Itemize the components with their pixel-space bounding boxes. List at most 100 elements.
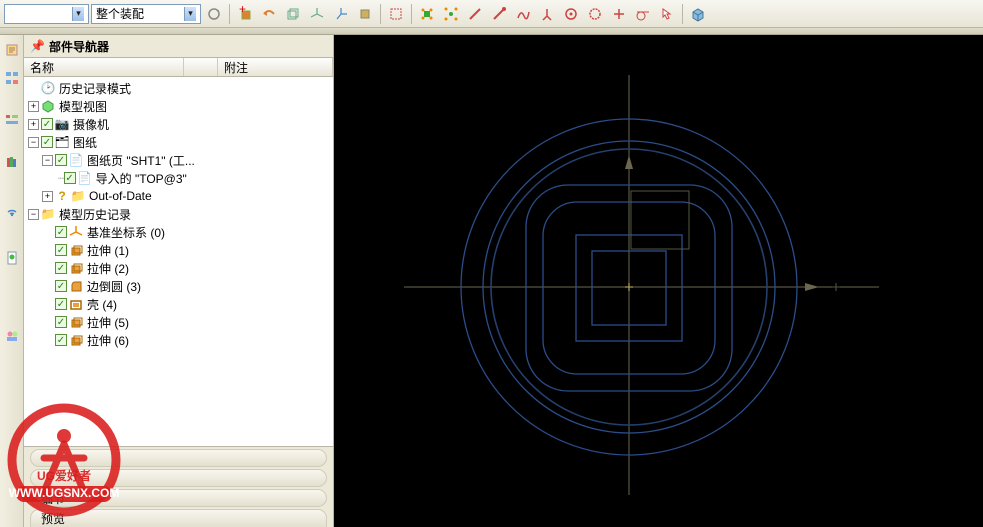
chevron-down-icon [72, 7, 84, 21]
tree-shell4[interactable]: ✓壳 (4) [24, 295, 333, 313]
navigator-header: 📌 部件导航器 [24, 35, 333, 57]
tool-btn-curve[interactable] [512, 3, 534, 25]
cube-icon [41, 99, 55, 113]
expander-icon[interactable]: − [42, 155, 53, 166]
expander-icon[interactable]: + [28, 101, 39, 112]
navigator-tree: 🕑历史记录模式 +模型视图 +✓📷摄像机 −✓🗂图纸 −✓📄图纸页 "SHT1"… [24, 77, 333, 446]
extrude-icon [69, 261, 83, 275]
col-note[interactable]: 附注 [218, 58, 333, 76]
dropdown-assembly[interactable]: 整个装配 [91, 4, 201, 24]
dock-btn-struct[interactable] [2, 109, 22, 131]
tree-model-view[interactable]: +模型视图 [24, 97, 333, 115]
checkbox-icon[interactable]: ✓ [55, 334, 67, 346]
checkbox-icon[interactable]: ✓ [41, 118, 53, 130]
csys-icon [69, 225, 83, 239]
tree-outofdate[interactable]: +?📁Out-of-Date [24, 187, 333, 205]
navigator-columns: 名称 附注 [24, 57, 333, 77]
extrude-icon [69, 315, 83, 329]
tree-csys[interactable]: ✓基准坐标系 (0) [24, 223, 333, 241]
tree-sheet1[interactable]: −✓📄图纸页 "SHT1" (工... [24, 151, 333, 169]
tree-extrude1[interactable]: ✓拉伸 (1) [24, 241, 333, 259]
tree-extrude5[interactable]: ✓拉伸 (5) [24, 313, 333, 331]
question-icon: ? [55, 189, 69, 203]
watermark-stamp: UG爱好者 WWW.UGSNX.COM [4, 400, 124, 520]
tool-btn-circle2[interactable] [584, 3, 606, 25]
svg-text:+: + [239, 6, 246, 16]
sheet-icon: 📄 [69, 153, 83, 167]
svg-text:WWW.UGSNX.COM: WWW.UGSNX.COM [9, 486, 120, 500]
blend-icon [69, 279, 83, 293]
model-view-svg [334, 35, 983, 527]
tree-history-mode[interactable]: 🕑历史记录模式 [24, 79, 333, 97]
checkbox-icon[interactable]: ✓ [55, 262, 67, 274]
expander-icon[interactable]: + [28, 119, 39, 130]
chevron-down-icon [184, 7, 196, 21]
toolbar-sep [411, 4, 412, 24]
folder-icon: 🗂 [55, 135, 69, 149]
tree-model-history[interactable]: −📁模型历史记录 [24, 205, 333, 223]
checkbox-icon[interactable]: ✓ [55, 316, 67, 328]
folder-icon: 📁 [41, 207, 55, 221]
top-toolbar: 整个装配 + [0, 0, 983, 28]
tool-btn-axes2[interactable] [330, 3, 352, 25]
checkbox-icon[interactable]: ✓ [55, 298, 67, 310]
expander-icon[interactable]: − [28, 209, 39, 220]
toolbar-sep [229, 4, 230, 24]
dock-btn-wifi[interactable] [2, 199, 22, 221]
tool-btn-solid[interactable] [687, 3, 709, 25]
tool-btn-pick[interactable] [656, 3, 678, 25]
tool-btn-circle1[interactable] [560, 3, 582, 25]
tool-btn-plus[interactable] [608, 3, 630, 25]
tool-btn-axes[interactable] [306, 3, 328, 25]
import-icon: 📄 [78, 171, 92, 185]
tool-btn-tripod[interactable] [536, 3, 558, 25]
tree-extrude2[interactable]: ✓拉伸 (2) [24, 259, 333, 277]
dropdown-assembly-val: 整个装配 [96, 5, 144, 22]
checkbox-icon[interactable]: ✓ [55, 154, 67, 166]
tool-btn-undo[interactable] [258, 3, 280, 25]
tool-btn-refresh[interactable] [203, 3, 225, 25]
dock-btn-doc[interactable] [2, 247, 22, 269]
tool-btn-selectrect[interactable] [385, 3, 407, 25]
tool-btn-snap1[interactable] [416, 3, 438, 25]
tree-camera[interactable]: +✓📷摄像机 [24, 115, 333, 133]
tool-btn-tangent[interactable] [632, 3, 654, 25]
checkbox-icon[interactable]: ✓ [55, 226, 67, 238]
checkbox-icon[interactable]: ✓ [55, 244, 67, 256]
navigator-title: 部件导航器 [49, 38, 109, 55]
tree-drawings[interactable]: −✓🗂图纸 [24, 133, 333, 151]
dropdown-1[interactable] [4, 4, 89, 24]
dock-btn-tree[interactable] [2, 67, 22, 89]
splitter-bar[interactable] [0, 28, 983, 35]
tool-btn-wirecube[interactable] [282, 3, 304, 25]
shell-icon [69, 297, 83, 311]
checkbox-icon[interactable]: ✓ [64, 172, 76, 184]
folder-icon: 📁 [71, 189, 85, 203]
extrude-icon [69, 243, 83, 257]
tool-btn-line1[interactable] [464, 3, 486, 25]
tool-btn-cubed[interactable] [354, 3, 376, 25]
tool-btn-snap2[interactable] [440, 3, 462, 25]
clock-icon: 🕑 [41, 81, 55, 95]
expander-icon[interactable]: − [28, 137, 39, 148]
tool-btn-line2[interactable] [488, 3, 510, 25]
checkbox-icon[interactable]: ✓ [55, 280, 67, 292]
dock-btn-nav[interactable] [2, 39, 22, 61]
toolbar-sep [682, 4, 683, 24]
col-name[interactable]: 名称 [24, 58, 184, 76]
viewport[interactable] [334, 35, 983, 527]
svg-text:UG爱好者: UG爱好者 [37, 468, 91, 483]
toolbar-sep [380, 4, 381, 24]
tree-imported[interactable]: ┈✓📄导入的 "TOP@3" [24, 169, 333, 187]
pin-icon[interactable]: 📌 [30, 39, 45, 53]
dock-btn-users[interactable] [2, 325, 22, 347]
col-blank[interactable] [184, 58, 218, 76]
tree-extrude6[interactable]: ✓拉伸 (6) [24, 331, 333, 349]
tool-btn-addcube[interactable]: + [234, 3, 256, 25]
checkbox-icon[interactable]: ✓ [41, 136, 53, 148]
main-area: 📌 部件导航器 名称 附注 🕑历史记录模式 +模型视图 +✓📷摄像机 −✓🗂图纸… [0, 35, 983, 527]
tree-blend3[interactable]: ✓边倒圆 (3) [24, 277, 333, 295]
expander-icon[interactable]: + [42, 191, 53, 202]
extrude-icon [69, 333, 83, 347]
dock-btn-books[interactable] [2, 151, 22, 173]
